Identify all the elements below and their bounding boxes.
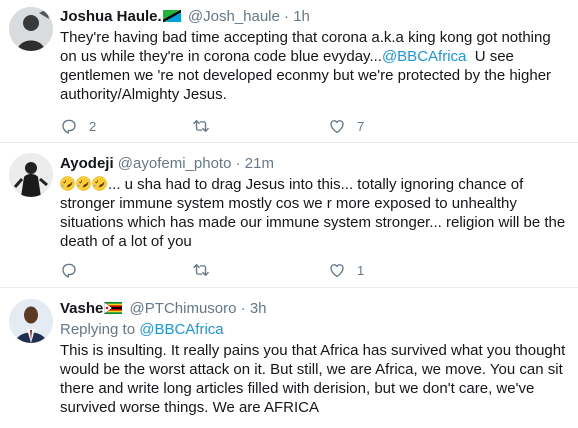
replying-label: Replying to bbox=[60, 321, 136, 338]
replying-to: Replying to @BBCAfrica bbox=[60, 320, 572, 339]
tweet-text: This is insulting. It really pains you t… bbox=[60, 341, 572, 417]
like-button[interactable]: 1 bbox=[328, 261, 364, 279]
tweet-line: They're having bad time accepting that c… bbox=[60, 29, 551, 46]
reply-icon bbox=[62, 263, 76, 278]
avatar[interactable] bbox=[9, 153, 53, 197]
tweet-line: gentlemen we 're not developed econmy bu… bbox=[60, 67, 552, 84]
tweet-line: situations which has made our immune sys… bbox=[60, 214, 566, 231]
tweet-ayodeji[interactable]: Ayodeji @ayofemi_photo · 21m ... u sha h… bbox=[0, 143, 578, 288]
tweet-line: death of a lot of you bbox=[60, 233, 192, 250]
retweet-icon bbox=[193, 264, 209, 276]
tweet-line: authority/Almighty Jesus. bbox=[60, 86, 227, 103]
tweet-line: on us while they're in corona code blue … bbox=[60, 47, 572, 66]
reply-icon bbox=[62, 119, 76, 134]
like-button[interactable]: 7 bbox=[328, 117, 364, 135]
tweet-line: there and write long articles filled wit… bbox=[60, 380, 535, 397]
separator-dot: · bbox=[235, 155, 241, 172]
tanzania-flag-icon bbox=[162, 10, 181, 22]
reply-button[interactable] bbox=[60, 261, 192, 279]
tweet-header: Ayodeji @ayofemi_photo · 21m bbox=[60, 155, 572, 173]
zimbabwe-flag-icon bbox=[104, 302, 123, 314]
tweet-line: stronger immune system mostly cos we r m… bbox=[60, 195, 517, 212]
separator-dot: · bbox=[240, 300, 246, 317]
timestamp[interactable]: 21m bbox=[245, 155, 274, 172]
rolling-laughing-emoji bbox=[76, 176, 91, 191]
tweet-vashe[interactable]: Vashe @PTChimusoro · 3h Replying to @BBC… bbox=[0, 288, 578, 428]
tweet-header: Vashe @PTChimusoro · 3h bbox=[60, 300, 572, 318]
retweet-button[interactable] bbox=[192, 117, 328, 135]
reply-button[interactable]: 2 bbox=[60, 117, 192, 135]
retweet-button[interactable] bbox=[192, 261, 328, 279]
avatar[interactable] bbox=[9, 299, 53, 343]
reply-count: 2 bbox=[89, 118, 97, 134]
mention-link[interactable]: @BBCAfrica bbox=[382, 48, 466, 65]
tweet-text: ... u sha had to drag Jesus into this...… bbox=[60, 175, 572, 251]
tweet-line-text: ... u sha had to drag Jesus into this...… bbox=[108, 176, 524, 193]
like-count: 1 bbox=[357, 262, 365, 278]
like-count: 7 bbox=[357, 118, 365, 134]
timestamp[interactable]: 1h bbox=[293, 8, 310, 25]
display-name[interactable]: Vashe bbox=[60, 300, 103, 317]
display-name[interactable]: Ayodeji bbox=[60, 155, 114, 172]
tweet-line: This is insulting. It really pains you t… bbox=[60, 342, 566, 359]
tweet-line-tail: U see bbox=[466, 48, 514, 65]
separator-dot: · bbox=[284, 8, 290, 25]
tweet-joshua[interactable]: Joshua Haule. @Josh_haule · 1h They're h… bbox=[0, 0, 578, 143]
tweet-actions: 1 bbox=[60, 261, 364, 279]
user-handle[interactable]: @ayofemi_photo bbox=[118, 155, 232, 172]
user-handle[interactable]: @PTChimusoro bbox=[130, 300, 237, 317]
avatar[interactable] bbox=[9, 7, 53, 51]
rolling-laughing-emoji bbox=[92, 176, 107, 191]
avatar-image bbox=[9, 153, 53, 197]
user-handle[interactable]: @Josh_haule bbox=[188, 8, 280, 25]
replying-to-link[interactable]: @BBCAfrica bbox=[139, 321, 223, 338]
tweet-line-text: on us while they're in corona code blue … bbox=[60, 48, 382, 65]
retweet-icon bbox=[193, 120, 209, 132]
tweet-line: would be the worst attack on it. But sti… bbox=[60, 361, 563, 378]
tweet-line: survived worse things. We are AFRICA bbox=[60, 399, 319, 416]
tweet-actions: 2 7 bbox=[60, 117, 364, 135]
avatar-image bbox=[9, 7, 53, 51]
like-icon bbox=[330, 264, 344, 278]
rolling-laughing-emoji bbox=[60, 176, 75, 191]
tweet-header: Joshua Haule. @Josh_haule · 1h bbox=[60, 8, 572, 26]
tweet-line: ... u sha had to drag Jesus into this...… bbox=[60, 175, 572, 194]
tweet-text: They're having bad time accepting that c… bbox=[60, 28, 572, 104]
timestamp[interactable]: 3h bbox=[250, 300, 267, 317]
like-icon bbox=[330, 120, 344, 134]
display-name[interactable]: Joshua Haule. bbox=[60, 8, 162, 25]
avatar-image bbox=[9, 299, 53, 343]
